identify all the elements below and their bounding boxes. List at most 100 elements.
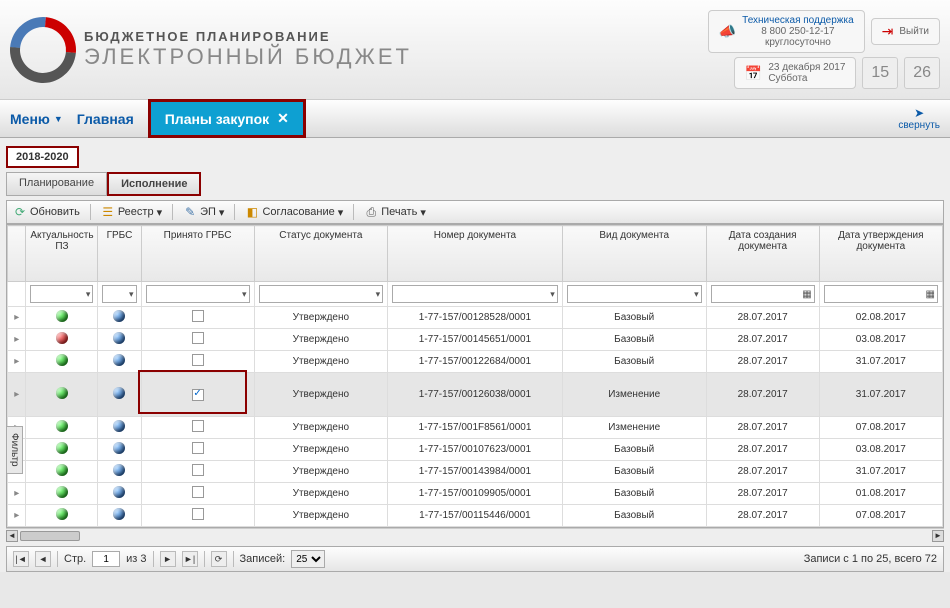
menu-button[interactable]: Меню▼ [10,111,63,127]
status-ball-green [56,310,68,322]
col-created[interactable]: Дата создания документа [706,226,819,282]
cell-status: Утверждено [254,373,388,417]
filter-sidebar-tab[interactable]: Фильтр [6,426,23,474]
collapse-button[interactable]: ➤ свернуть [898,106,940,131]
chevron-down-icon: ▾ [219,206,225,219]
filter-grbs[interactable] [102,285,136,303]
accepted-checkbox[interactable] [192,354,204,366]
status-ball-green [56,486,68,498]
scroll-left-icon[interactable]: ◄ [6,530,18,542]
pager-prev[interactable]: ◄ [35,551,51,567]
subtab-execution[interactable]: Исполнение [107,172,201,196]
expand-icon[interactable]: ▸ [8,307,26,329]
print-button[interactable]: ⎙Печать▾ [364,205,426,219]
cell-kind: Изменение [562,417,706,439]
expand-icon[interactable]: ▸ [8,483,26,505]
registry-button[interactable]: ☰Реестр▾ [101,205,162,219]
exit-icon: ⇥ [882,23,894,40]
page-size-select[interactable]: 25 [291,550,325,568]
chevron-down-icon: ▾ [420,206,426,219]
signature-icon: ✎ [183,205,197,219]
cell-created: 28.07.2017 [706,373,819,417]
refresh-button[interactable]: ⟳Обновить [13,205,80,219]
accepted-checkbox[interactable] [192,310,204,322]
filter-kind[interactable] [567,285,702,303]
col-approved[interactable]: Дата утверждения документа [819,226,942,282]
cell-status: Утверждено [254,461,388,483]
cell-number: 1-77-157/00115446/0001 [388,505,563,527]
filter-status[interactable] [259,285,384,303]
status-ball-green [56,442,68,454]
records-label: Записей: [240,553,286,565]
table-row[interactable]: ▸Утверждено1-77-157/00128528/0001Базовый… [8,307,943,329]
signature-button[interactable]: ✎ЭП▾ [183,205,224,219]
logout-button[interactable]: ⇥ Выйти [871,18,940,45]
cell-kind: Базовый [562,483,706,505]
expand-icon[interactable]: ▸ [8,505,26,527]
highlight-accepted-cell [138,370,247,414]
data-grid: Актуальность ПЗ ГРБС Принято ГРБС Статус… [6,224,944,528]
cell-status: Утверждено [254,351,388,373]
accepted-checkbox[interactable] [192,464,204,476]
filter-accepted[interactable] [146,285,250,303]
date-panel: 📅 23 декабря 2017 Суббота [734,57,857,89]
current-day: Суббота [768,73,845,84]
pager-last[interactable]: ►| [182,551,198,567]
col-accepted[interactable]: Принято ГРБС [141,226,254,282]
expand-icon[interactable]: ▸ [8,351,26,373]
col-number[interactable]: Номер документа [388,226,563,282]
support-phone: 8 800 250-12-17 [742,26,854,37]
col-grbs[interactable]: ГРБС [98,226,141,282]
subtab-planning[interactable]: Планирование [6,172,107,196]
expand-icon[interactable]: ▸ [8,373,26,417]
filter-approved[interactable] [824,285,938,303]
table-row[interactable]: ▸Утверждено1-77-157/00115446/0001Базовый… [8,505,943,527]
grbs-ball [113,442,125,454]
accepted-checkbox[interactable] [192,486,204,498]
scroll-thumb[interactable] [20,531,80,541]
close-tab-icon[interactable]: ✕ [277,110,289,127]
horizontal-scrollbar[interactable]: ◄ ► [6,528,944,544]
cell-status: Утверждено [254,307,388,329]
grbs-ball [113,420,125,432]
cell-number: 1-77-157/00109905/0001 [388,483,563,505]
year-range-tab[interactable]: 2018-2020 [6,146,79,168]
cell-number: 1-77-157/00122684/0001 [388,351,563,373]
cell-number: 1-77-157/00107623/0001 [388,439,563,461]
accepted-checkbox[interactable] [192,442,204,454]
accepted-checkbox[interactable] [192,508,204,520]
cell-kind: Изменение [562,373,706,417]
col-kind[interactable]: Вид документа [562,226,706,282]
cell-number: 1-77-157/00143984/0001 [388,461,563,483]
table-row[interactable]: ▸Утверждено1-77-157/00145651/0001Базовый… [8,329,943,351]
cell-kind: Базовый [562,439,706,461]
table-row[interactable]: ▸Утверждено1-77-157/001F8561/0001Изменен… [8,417,943,439]
col-status[interactable]: Статус документа [254,226,388,282]
col-actuality[interactable]: Актуальность ПЗ [26,226,98,282]
cell-kind: Базовый [562,307,706,329]
nav-home[interactable]: Главная [77,111,134,127]
page-input[interactable] [92,551,120,567]
filter-number[interactable] [392,285,558,303]
approval-button[interactable]: ◧Согласование▾ [245,205,343,219]
current-date: 23 декабря 2017 [768,62,845,73]
table-row[interactable]: ▸Утверждено1-77-157/00109905/0001Базовый… [8,483,943,505]
print-icon: ⎙ [364,205,378,219]
table-row[interactable]: ▸Утверждено1-77-157/00143984/0001Базовый… [8,461,943,483]
pager-refresh[interactable]: ⟳ [211,551,227,567]
tab-procurement-plans[interactable]: Планы закупок ✕ [148,99,306,138]
filter-actuality[interactable] [30,285,93,303]
cell-created: 28.07.2017 [706,351,819,373]
cell-created: 28.07.2017 [706,417,819,439]
cell-number: 1-77-157/001F8561/0001 [388,417,563,439]
table-row[interactable]: ▸Утверждено1-77-157/00107623/0001Базовый… [8,439,943,461]
pager-first[interactable]: |◄ [13,551,29,567]
accepted-checkbox[interactable] [192,420,204,432]
cell-approved: 03.08.2017 [819,329,942,351]
filter-created[interactable] [711,285,815,303]
scroll-right-icon[interactable]: ► [932,530,944,542]
grbs-ball [113,310,125,322]
pager-next[interactable]: ► [160,551,176,567]
accepted-checkbox[interactable] [192,332,204,344]
expand-icon[interactable]: ▸ [8,329,26,351]
